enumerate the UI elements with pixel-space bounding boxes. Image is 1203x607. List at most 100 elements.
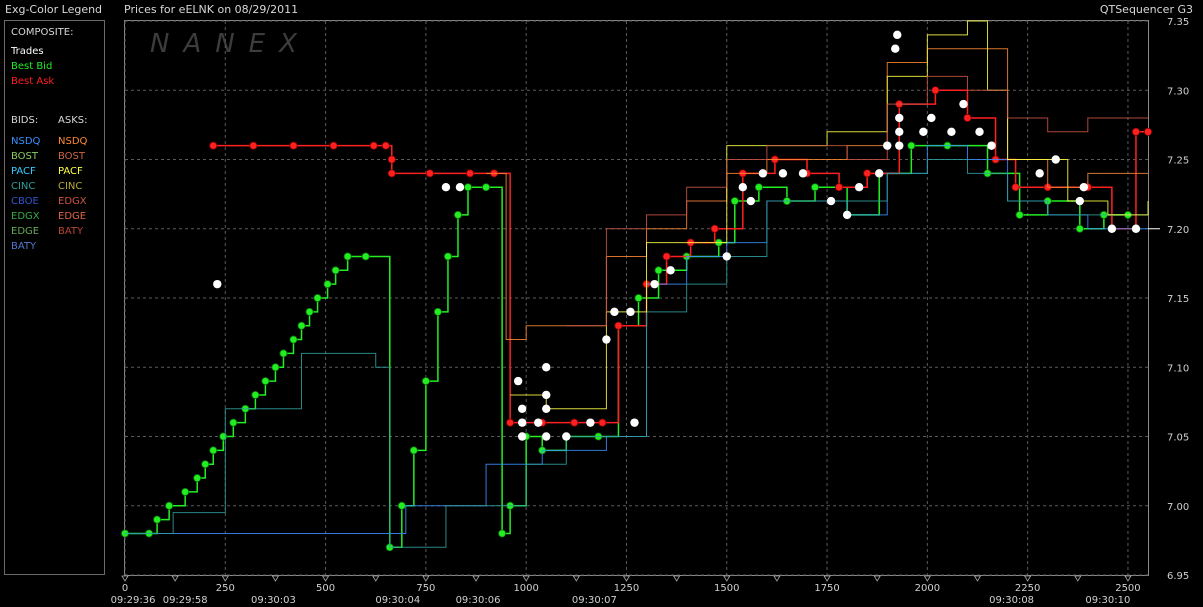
trade-point	[883, 141, 892, 150]
marker-best-bid	[261, 377, 270, 386]
time-label: 09:30:03	[251, 595, 296, 606]
marker-best-bid	[421, 377, 430, 386]
trade-point	[455, 183, 465, 192]
marker-best-ask	[425, 169, 434, 178]
y-tick-label: 6.95	[1167, 571, 1189, 582]
marker-best-bid	[498, 529, 507, 538]
y-tick-label: 7.10	[1167, 363, 1189, 374]
trade-point	[1051, 155, 1060, 164]
trade-point	[738, 183, 748, 192]
marker-best-ask	[381, 141, 390, 150]
marker-best-bid	[634, 293, 643, 302]
marker-best-ask	[598, 418, 607, 427]
marker-best-bid	[453, 210, 462, 219]
marker-best-bid	[654, 266, 663, 275]
trade-point	[534, 418, 543, 427]
trade-point	[919, 127, 928, 136]
trade-point	[975, 127, 984, 136]
marker-best-bid	[181, 487, 190, 496]
time-label: 09:29:36	[111, 595, 156, 606]
marker-best-bid	[907, 141, 916, 150]
x-axis-marker	[923, 575, 932, 582]
trade-point	[895, 113, 904, 123]
marker-best-bid	[443, 252, 452, 261]
trade-point	[947, 127, 956, 136]
x-tick-label: 750	[416, 583, 435, 594]
marker-best-bid	[730, 197, 739, 206]
marker-best-ask	[963, 113, 972, 122]
trade-point	[798, 169, 808, 178]
marker-best-ask	[570, 418, 579, 427]
trade-point	[630, 418, 639, 427]
trade-point	[517, 418, 527, 427]
trade-point	[586, 418, 595, 427]
trade-point	[959, 99, 968, 109]
marker-best-bid	[1075, 224, 1084, 233]
trade-point	[842, 210, 852, 220]
trade-point	[650, 279, 659, 289]
trade-point	[562, 432, 571, 441]
marker-best-ask	[931, 86, 940, 95]
time-label: 09:30:10	[1085, 595, 1130, 606]
trade-point	[1107, 224, 1117, 233]
time-label: 09:30:04	[375, 595, 420, 606]
x-axis-marker	[1124, 575, 1132, 582]
trade-point	[722, 252, 731, 261]
marker-best-bid	[464, 183, 473, 192]
x-tick-label: 1500	[714, 583, 739, 594]
x-tick-label: 1250	[614, 583, 639, 594]
trade-point	[542, 432, 551, 441]
x-axis-marker	[823, 575, 831, 582]
x-axis-marker	[422, 575, 430, 582]
marker-best-ask	[1011, 183, 1020, 192]
marker-best-bid	[279, 349, 288, 358]
x-axis-marker	[672, 575, 681, 582]
marker-best-ask	[863, 169, 872, 178]
x-axis-marker	[372, 575, 380, 582]
marker-best-ask	[329, 141, 338, 150]
x-tick-label: 1000	[513, 583, 538, 594]
marker-best-bid	[754, 183, 763, 192]
marker-best-bid	[229, 418, 238, 427]
trade-point	[517, 404, 527, 413]
trade-point	[758, 169, 768, 178]
trade-point	[891, 44, 900, 53]
marker-best-ask	[289, 141, 298, 150]
marker-best-ask	[614, 321, 623, 330]
x-tick-label: 1750	[814, 583, 839, 594]
marker-best-ask	[835, 183, 844, 192]
marker-best-bid	[1015, 210, 1024, 219]
x-axis-marker	[622, 575, 631, 582]
y-tick-label: 7.35	[1167, 17, 1189, 28]
y-tick-label: 7.15	[1167, 294, 1189, 305]
trade-point	[602, 335, 611, 344]
series-line-nsdq-ask	[486, 48, 1148, 341]
trade-point	[542, 363, 551, 372]
marker-best-bid	[251, 390, 260, 399]
x-tick-label: 2000	[915, 583, 940, 594]
marker-best-bid	[271, 363, 280, 372]
marker-best-bid	[209, 446, 218, 455]
trade-point	[666, 266, 675, 275]
x-tick-label: 2250	[1015, 583, 1040, 594]
trade-point	[778, 169, 788, 178]
trade-point	[542, 404, 551, 413]
marker-best-bid	[323, 280, 332, 289]
x-axis-marker	[1023, 575, 1032, 582]
marker-best-bid	[482, 183, 491, 192]
x-axis-marker	[171, 575, 179, 582]
trade-point	[987, 141, 996, 150]
nanex-watermark: NANEX	[150, 29, 311, 59]
trade-point	[610, 307, 619, 317]
marker-best-ask	[209, 141, 218, 150]
x-axis-marker	[723, 575, 731, 582]
trade-point	[826, 196, 836, 206]
x-axis-marker	[221, 575, 230, 582]
x-axis-marker	[572, 575, 581, 582]
trade-point	[1075, 196, 1085, 206]
x-axis-marker	[1074, 575, 1082, 582]
trade-point	[542, 390, 551, 400]
x-tick-label: 2500	[1115, 583, 1140, 594]
x-axis-marker	[773, 575, 781, 582]
trade-point	[513, 376, 523, 386]
